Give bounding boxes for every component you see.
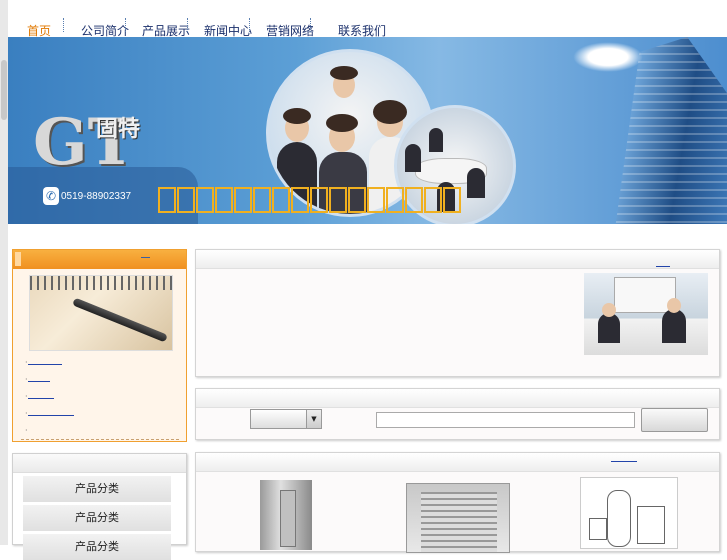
slogan-glyph: [310, 187, 328, 213]
more-link[interactable]: [611, 460, 637, 462]
cloud-decoration: [573, 42, 643, 72]
top-nav: 首页 公司简介 产品展示 新闻中心 营销网络 联系我们: [8, 14, 727, 38]
notebook-image: [29, 275, 173, 351]
chevron-down-icon[interactable]: ▼: [306, 410, 321, 428]
banner-slogan: [158, 187, 461, 213]
category-item[interactable]: 产品分类: [23, 534, 171, 560]
header-banner: GT 固特 ✆ 0519-88902337: [8, 37, 727, 224]
slogan-glyph: [405, 187, 423, 213]
slogan-glyph: [196, 187, 214, 213]
phone-number: ✆ 0519-88902337: [43, 187, 131, 205]
scrollbar-thumb[interactable]: [1, 60, 7, 120]
slogan-glyph: [291, 187, 309, 213]
slogan-glyph: [177, 187, 195, 213]
nav-separator: [125, 18, 127, 32]
panel-header-mark: [15, 252, 21, 266]
slogan-glyph: [234, 187, 252, 213]
nav-separator: [310, 18, 312, 32]
panel-header: [196, 250, 719, 269]
slogan-glyph: [367, 187, 385, 213]
slogan-glyph: [253, 187, 271, 213]
business-meeting-image: [584, 273, 708, 355]
nav-separator: [187, 18, 189, 32]
more-link[interactable]: [656, 265, 670, 267]
panel-header: [13, 250, 186, 269]
list-item[interactable]: ·: [25, 375, 50, 387]
category-item[interactable]: 产品分类: [23, 505, 171, 531]
search-panel: ▼: [195, 388, 720, 440]
product-image[interactable]: [580, 477, 678, 549]
slogan-glyph: [272, 187, 290, 213]
panel-header: [13, 454, 186, 473]
panel-header: [196, 453, 719, 472]
slogan-glyph: [424, 187, 442, 213]
category-select[interactable]: ▼: [250, 409, 322, 429]
slogan-glyph: [158, 187, 176, 213]
phone-icon: ✆: [43, 187, 59, 205]
search-button[interactable]: [641, 408, 708, 432]
nav-separator: [249, 18, 251, 32]
nav-separator: [63, 18, 65, 32]
product-image[interactable]: [260, 480, 312, 550]
divider: [21, 439, 179, 440]
category-item[interactable]: 产品分类: [23, 476, 171, 502]
panel-header: [196, 389, 719, 408]
left-news-panel: · · · · ·: [12, 249, 187, 442]
slogan-glyph: [215, 187, 233, 213]
list-item[interactable]: ·: [25, 409, 74, 421]
left-category-panel: 产品分类 产品分类 产品分类: [12, 453, 187, 560]
slogan-glyph: [329, 187, 347, 213]
list-item: ·: [25, 426, 28, 435]
search-input[interactable]: [376, 412, 635, 428]
scrollbar-track[interactable]: [0, 0, 8, 545]
list-item[interactable]: ·: [25, 392, 54, 404]
slogan-glyph: [348, 187, 366, 213]
company-intro-panel: [195, 249, 720, 377]
product-image[interactable]: [406, 483, 510, 553]
slogan-glyph: [386, 187, 404, 213]
list-item[interactable]: ·: [25, 358, 62, 370]
products-panel: [195, 452, 720, 553]
slogan-glyph: [443, 187, 461, 213]
more-link[interactable]: [141, 256, 150, 258]
